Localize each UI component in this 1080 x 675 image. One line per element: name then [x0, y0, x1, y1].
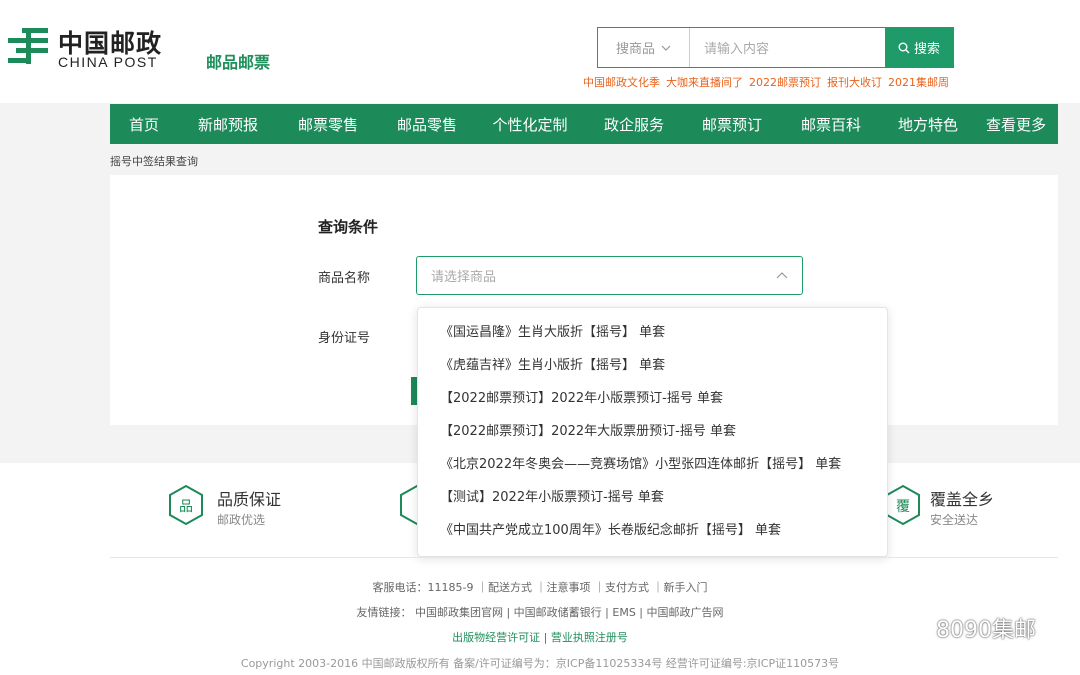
footer-service-links[interactable]: 客服电话：11185-9 ｜配送方式 ｜注意事项 ｜支付方式 ｜新手入门	[0, 579, 1080, 595]
search-bar: 搜商品 请输入内容 搜索	[597, 27, 954, 68]
subbrand-title[interactable]: 邮品邮票	[206, 49, 270, 73]
dropdown-option[interactable]: 【测试】2022年小版票预订-摇号 单套	[440, 486, 664, 505]
search-button-label: 搜索	[913, 42, 940, 57]
china-post-logo-icon[interactable]	[6, 26, 50, 66]
feature-title-coverage: 覆盖全乡	[930, 490, 995, 509]
nav-item-stamp-preorder[interactable]: 邮票预订	[684, 104, 780, 144]
search-icon	[898, 42, 910, 53]
nav-item-local-specialty[interactable]: 地方特色	[882, 104, 974, 144]
footer-divider	[110, 557, 1058, 558]
nav-item-stamp-retail[interactable]: 邮票零售	[278, 104, 378, 144]
quality-guarantee-icon: 品	[169, 484, 203, 526]
search-category-select[interactable]: 搜商品	[598, 28, 690, 67]
hot-word-link[interactable]: 大咖来直播间了	[666, 74, 743, 90]
dropdown-option[interactable]: 【2022邮票预订】2022年小版票预订-摇号 单套	[440, 387, 723, 406]
feature-icon-glyph: 品	[179, 499, 193, 515]
breadcrumb: 摇号中签结果查询	[110, 155, 198, 168]
query-title: 查询条件	[318, 218, 379, 236]
dropdown-option[interactable]: 《中国共产党成立100周年》长卷版纪念邮折【摇号】 单套	[440, 519, 781, 538]
feature-title-quality: 品质保证	[217, 490, 282, 509]
search-input[interactable]: 请输入内容	[690, 28, 885, 67]
product-name-label: 商品名称	[318, 271, 371, 286]
chevron-up-icon	[776, 272, 788, 279]
nav-item-stamp-wiki[interactable]: 邮票百科	[780, 104, 882, 144]
nav-item-custom[interactable]: 个性化定制	[476, 104, 584, 144]
product-select-placeholder: 请选择商品	[431, 270, 497, 285]
product-select[interactable]: 请选择商品	[416, 256, 803, 295]
search-placeholder: 请输入内容	[704, 42, 770, 57]
feature-sub-coverage: 安全送达	[930, 513, 979, 527]
hot-word-link[interactable]: 中国邮政文化季	[583, 74, 660, 90]
watermark-text: 8090集邮	[936, 618, 1036, 643]
hot-words: 中国邮政文化季 大咖来直播间了 2022邮票预订 报刊大收订 2021集邮周	[583, 74, 949, 90]
nav-item-home[interactable]: 首页	[110, 104, 178, 144]
nav-item-philatelic-retail[interactable]: 邮品零售	[378, 104, 476, 144]
main-nav: 首页 新邮预报 邮票零售 邮品零售 个性化定制 政企服务 邮票预订 邮票百科 地…	[110, 104, 1058, 144]
hot-word-link[interactable]: 2022邮票预订	[749, 74, 821, 90]
search-button[interactable]: 搜索	[885, 28, 953, 67]
nav-item-new-stamp-forecast[interactable]: 新邮预报	[178, 104, 278, 144]
id-number-label: 身份证号	[318, 331, 371, 346]
hot-word-link[interactable]: 报刊大收订	[827, 74, 882, 90]
coverage-icon: 覆	[886, 484, 920, 526]
brand-name-en[interactable]: CHINA POST	[58, 54, 158, 70]
site-header: 中国邮政 CHINA POST 邮品邮票 搜商品 请输入内容 搜索 中国邮政文化…	[0, 0, 1080, 103]
nav-item-enterprise[interactable]: 政企服务	[584, 104, 684, 144]
product-dropdown: 《国运昌隆》生肖大版折【摇号】 单套 《虎蕴吉祥》生肖小版折【摇号】 单套 【2…	[417, 307, 888, 557]
feature-sub-quality: 邮政优选	[217, 513, 266, 527]
dropdown-option[interactable]: 《虎蕴吉祥》生肖小版折【摇号】 单套	[440, 354, 665, 373]
chevron-down-icon	[661, 45, 671, 51]
feature-icon-glyph: 覆	[896, 499, 910, 515]
nav-item-more[interactable]: 查看更多	[974, 104, 1058, 144]
dropdown-option[interactable]: 《国运昌隆》生肖大版折【摇号】 单套	[440, 321, 665, 340]
hot-word-link[interactable]: 2021集邮周	[888, 74, 949, 90]
watermark: 8090集邮	[900, 612, 1036, 644]
footer-copyright: Copyright 2003-2016 中国邮政版权所有 备案/许可证编号为：京…	[240, 657, 840, 670]
search-category-label: 搜商品	[615, 42, 655, 57]
dropdown-option[interactable]: 【2022邮票预订】2022年大版票册预订-摇号 单套	[440, 420, 736, 439]
dropdown-option[interactable]: 《北京2022年冬奥会——竞赛场馆》小型张四连体邮折【摇号】 单套	[440, 453, 841, 472]
wechat-icon	[901, 617, 929, 639]
